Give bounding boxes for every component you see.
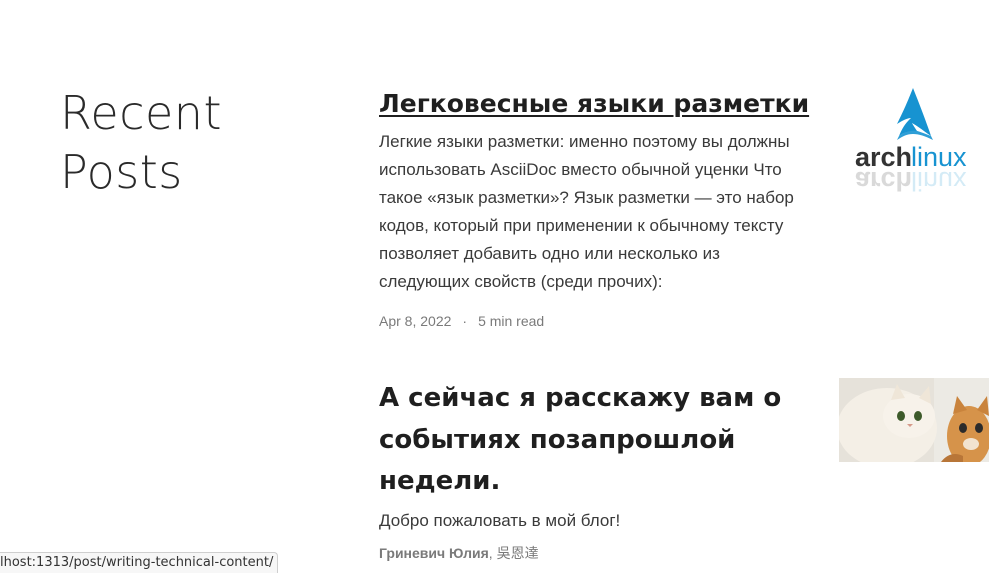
post-authors: Гриневич Юлия, 吳恩達 <box>379 543 809 563</box>
post-summary: Легкие языки разметки: именно поэтому вы… <box>379 132 794 291</box>
section-title: Recent Posts <box>60 86 222 199</box>
author-link[interactable]: Гриневич Юлия <box>379 545 489 561</box>
post-read-time: 5 min read <box>478 313 545 329</box>
svg-text:arch: arch <box>855 166 912 192</box>
cats-photo-icon <box>839 378 989 462</box>
post-title-link[interactable]: А сейчас я расскажу вам о событиях позап… <box>379 378 809 503</box>
svg-text:linux: linux <box>911 166 967 192</box>
author-separator: , <box>488 544 497 561</box>
browser-status-url: lhost:1313/post/writing-technical-conten… <box>0 552 279 573</box>
post-summary: Добро пожаловать в мой блог! <box>379 510 621 530</box>
post-title-link[interactable]: Легковесные языки разметки <box>379 86 809 122</box>
post-thumbnail-cats[interactable] <box>839 378 989 462</box>
post-date: Apr 8, 2022 <box>379 313 452 329</box>
post-item: А сейчас я расскажу вам о событиях позап… <box>379 378 809 563</box>
author-link[interactable]: 吳恩達 <box>497 545 539 561</box>
post-thumbnail-archlinux[interactable]: arch linux arch linux <box>853 88 979 196</box>
archlinux-logo-icon: arch linux arch linux <box>855 88 967 196</box>
post-meta: Apr 8, 2022 · 5 min read <box>379 311 809 331</box>
post-item: Легковесные языки разметки Легкие языки … <box>379 86 809 331</box>
meta-separator: · <box>462 313 468 329</box>
